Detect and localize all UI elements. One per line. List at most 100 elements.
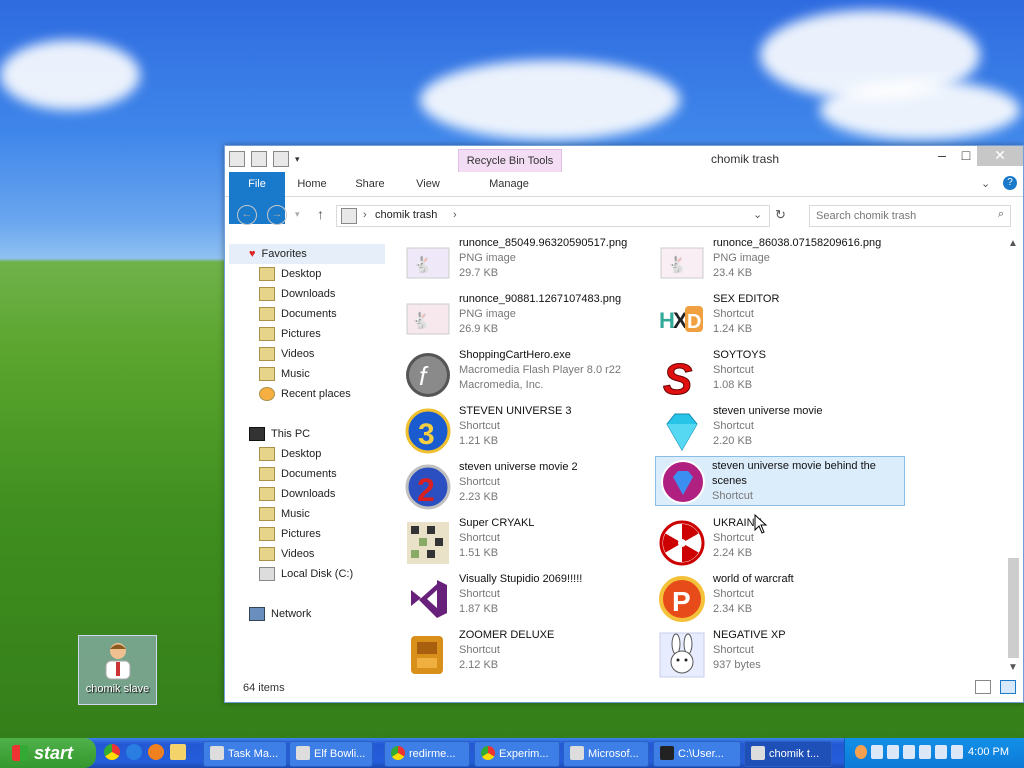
file-item[interactable]: UKRAINE Shortcut 2.24 KB: [659, 516, 909, 568]
file-type: PNG image: [459, 252, 516, 264]
properties-icon[interactable]: [251, 151, 267, 167]
nav-label: Downloads: [281, 488, 336, 500]
tray-app-icon[interactable]: [871, 745, 883, 759]
nav-fav-music[interactable]: Music: [259, 364, 310, 384]
forward-button[interactable]: →: [267, 205, 287, 225]
file-item[interactable]: P world of warcraft Shortcut 2.34 KB: [659, 572, 909, 624]
back-button[interactable]: ←: [237, 205, 257, 225]
taskbar-task-manager[interactable]: Task Ma...: [203, 741, 287, 767]
tab-view[interactable]: View: [407, 172, 449, 196]
file-item[interactable]: HXD SEX EDITOR Shortcut 1.24 KB: [659, 292, 909, 344]
nav-network[interactable]: Network: [249, 604, 311, 624]
chevron-down-icon[interactable]: ▾: [295, 154, 300, 165]
arrow-left-icon: ←: [241, 208, 253, 220]
network-icon[interactable]: [935, 745, 947, 759]
desktop-icon-chomik-slave[interactable]: chomik slave: [78, 635, 157, 705]
chrome-icon[interactable]: [104, 744, 120, 760]
nav-fav-pictures[interactable]: Pictures: [259, 324, 321, 344]
nav-this-pc[interactable]: This PC: [249, 424, 310, 444]
nav-favorites[interactable]: ♥ Favorites: [229, 244, 385, 264]
file-item[interactable]: ZOOMER DELUXE Shortcut 2.12 KB: [405, 628, 655, 678]
taskbar-microsoft[interactable]: Microsof...: [563, 741, 649, 767]
file-item[interactable]: 3 STEVEN UNIVERSE 3 Shortcut 1.21 KB: [405, 404, 655, 456]
nav-fav-videos[interactable]: Videos: [259, 344, 314, 364]
taskbar-cmd[interactable]: C:\User...: [653, 741, 741, 767]
start-button[interactable]: start: [0, 738, 96, 768]
file-item[interactable]: f ShoppingCartHero.exe Macromedia Flash …: [405, 348, 655, 400]
folder-icon[interactable]: [170, 744, 186, 760]
firefox-icon[interactable]: [148, 744, 164, 760]
address-box[interactable]: › chomik trash › ⌄: [336, 205, 770, 227]
recent-locations-icon[interactable]: ▾: [295, 209, 300, 220]
taskbar-redirme[interactable]: redirme...: [384, 741, 470, 767]
file-item[interactable]: 2 steven universe movie 2 Shortcut 2.23 …: [405, 460, 655, 512]
nav-fav-desktop[interactable]: Desktop: [259, 264, 321, 284]
window-title: chomik trash: [710, 152, 780, 166]
file-item[interactable]: steven universe movie Shortcut 2.20 KB: [659, 404, 909, 456]
nav-pc-pictures[interactable]: Pictures: [259, 524, 321, 544]
svg-text:🐇: 🐇: [411, 311, 431, 330]
flag-icon[interactable]: [919, 745, 931, 759]
nav-fav-downloads[interactable]: Downloads: [259, 284, 335, 304]
file-item[interactable]: 🐇 runonce_85049.96320590517.png PNG imag…: [405, 238, 655, 288]
clock[interactable]: 4:00 PM: [968, 746, 1009, 758]
nav-fav-recent[interactable]: Recent places: [259, 384, 351, 404]
recycle-bin-tools-tab[interactable]: Recycle Bin Tools: [458, 149, 562, 172]
refresh-button[interactable]: ↻: [775, 207, 786, 223]
breadcrumb-separator-icon[interactable]: ›: [453, 209, 457, 221]
chevron-down-icon[interactable]: ▼: [1008, 662, 1018, 673]
tab-home[interactable]: Home: [291, 172, 333, 196]
file-item[interactable]: Super CRYAKL Shortcut 1.51 KB: [405, 516, 655, 568]
help-icon[interactable]: ?: [1003, 176, 1017, 190]
search-input[interactable]: Search chomik trash ⌕: [809, 205, 1011, 227]
volume-icon[interactable]: [951, 745, 963, 759]
nav-favorites-label: Favorites: [261, 248, 307, 260]
search-icon[interactable]: [855, 745, 867, 759]
file-name: runonce_85049.96320590517.png: [459, 238, 628, 249]
svg-text:2: 2: [417, 472, 435, 508]
expand-ribbon-icon[interactable]: ⌄: [981, 177, 990, 190]
nav-label: Local Disk (C:): [281, 568, 354, 580]
file-item-selected[interactable]: steven universe movie behind the scenes …: [655, 456, 905, 506]
details-view-icon[interactable]: [975, 680, 991, 694]
large-icons-view-icon[interactable]: [1000, 680, 1017, 694]
vertical-scrollbar[interactable]: ▲ ▼: [1005, 238, 1021, 678]
tray-app-icon[interactable]: [887, 745, 899, 759]
nav-label: Network: [271, 608, 312, 620]
tab-manage[interactable]: Manage: [475, 172, 543, 196]
nav-pc-music[interactable]: Music: [259, 504, 310, 524]
recycle-bin-icon: [341, 208, 357, 224]
nav-fav-documents[interactable]: Documents: [259, 304, 337, 324]
file-item[interactable]: Visually Stupidio 2069!!!!! Shortcut 1.8…: [405, 572, 655, 624]
nav-pc-local-disk[interactable]: Local Disk (C:): [259, 564, 353, 584]
title-bar: ▾ Recycle Bin Tools chomik trash – □ ✕: [225, 146, 1023, 172]
nav-pc-downloads[interactable]: Downloads: [259, 484, 335, 504]
taskbar-chomik-trash[interactable]: chomik t...: [744, 741, 832, 767]
new-folder-icon[interactable]: [273, 151, 289, 167]
file-item[interactable]: 🐇 runonce_86038.07158209616.png PNG imag…: [659, 238, 909, 288]
chrome-icon: [481, 746, 495, 760]
scrollbar-thumb[interactable]: [1008, 558, 1019, 658]
file-item[interactable]: S SOYTOYS Shortcut 1.08 KB: [659, 348, 909, 400]
ie-icon[interactable]: [126, 744, 142, 760]
chevron-up-icon[interactable]: ▲: [1008, 238, 1018, 249]
nav-pc-documents[interactable]: Documents: [259, 464, 337, 484]
file-name: SOYTOYS: [713, 349, 766, 361]
up-button[interactable]: ↑: [317, 206, 324, 222]
tray-app-icon[interactable]: [903, 745, 915, 759]
recycle-bin-icon[interactable]: [229, 151, 245, 167]
close-button[interactable]: ✕: [977, 146, 1023, 166]
taskbar-elf-bowling[interactable]: Elf Bowli...: [289, 741, 373, 767]
nav-pc-videos[interactable]: Videos: [259, 544, 314, 564]
pixel-icon: [407, 522, 449, 564]
tab-share[interactable]: Share: [349, 172, 391, 196]
breadcrumb-chomik-trash[interactable]: chomik trash: [375, 209, 437, 221]
nav-label: Pictures: [281, 528, 321, 540]
file-item[interactable]: 🐇 runonce_90881.1267107483.png PNG image…: [405, 292, 655, 344]
file-item[interactable]: NEGATIVE XP Shortcut 937 bytes: [659, 628, 909, 678]
nav-pc-desktop[interactable]: Desktop: [259, 444, 321, 464]
chevron-down-icon[interactable]: ⌄: [753, 208, 762, 221]
gem-twist-icon: [661, 460, 705, 504]
taskbar-experim[interactable]: Experim...: [474, 741, 560, 767]
file-type: Shortcut: [713, 308, 754, 320]
